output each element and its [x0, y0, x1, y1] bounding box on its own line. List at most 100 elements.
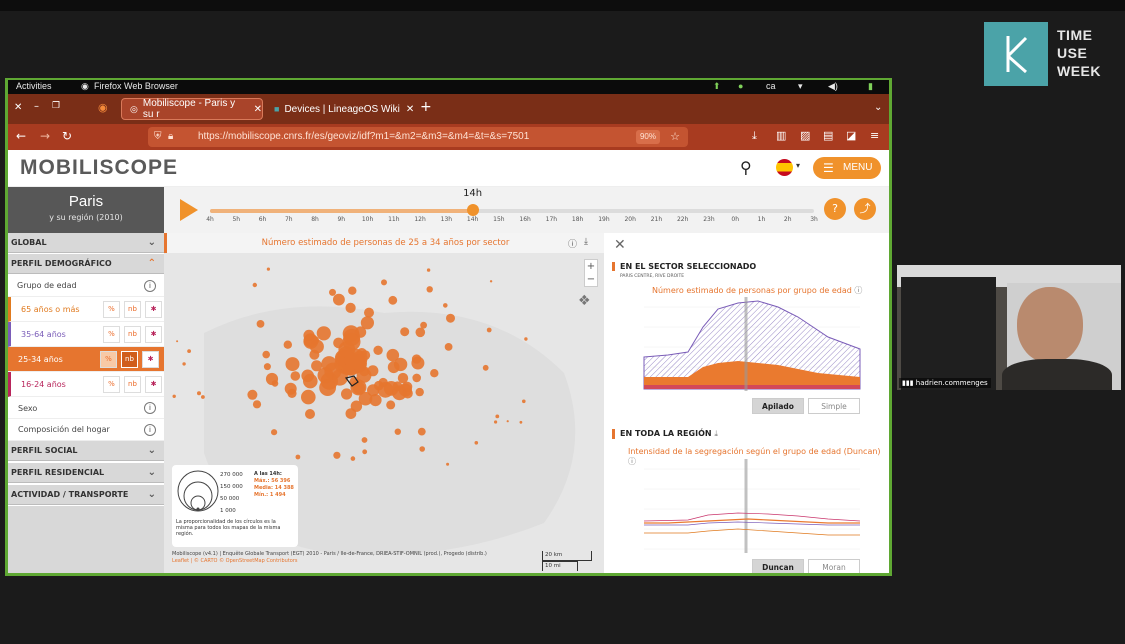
sector-bubble[interactable]	[393, 357, 408, 372]
timeline-tick[interactable]: 8h	[311, 216, 319, 223]
apilado-button[interactable]: Apilado	[752, 398, 804, 414]
hogar-row[interactable]: Composición del hogar i	[8, 419, 164, 441]
pct-button[interactable]: %	[103, 301, 120, 318]
extension-icon[interactable]: ▨	[800, 129, 810, 142]
close-icon[interactable]: ✕	[614, 237, 626, 253]
tab-mobiliscope[interactable]: ◎ Mobiliscope - Paris y su r ✕	[121, 98, 263, 120]
timeline-tick[interactable]: 6h	[259, 216, 267, 223]
sector-bubble[interactable]	[381, 279, 387, 286]
timeline-tick[interactable]: 9h	[337, 216, 345, 223]
section-perfil-residencial[interactable]: PERFIL RESIDENCIAL ⌄	[8, 463, 164, 483]
sector-bubble[interactable]	[411, 356, 425, 370]
timeline-tick[interactable]: 15h	[493, 216, 504, 223]
sector-bubble[interactable]	[482, 364, 489, 371]
sector-bubble[interactable]	[400, 327, 410, 337]
nb-button[interactable]: nb	[124, 326, 141, 343]
timeline-tick[interactable]: 14h	[467, 216, 478, 223]
new-tab-button[interactable]: +	[420, 99, 432, 115]
section-perfil-demografico[interactable]: PERFIL DEMOGRÁFICO ⌃	[8, 254, 164, 274]
sector-bubble[interactable]	[412, 373, 421, 383]
sector-bubble[interactable]	[309, 339, 324, 354]
zoom-control[interactable]: + −	[584, 259, 598, 287]
sector-bubble[interactable]	[341, 388, 353, 400]
sector-bubble[interactable]	[303, 373, 318, 389]
bookmark-star-icon[interactable]: ☆	[670, 127, 680, 147]
sector-bubble[interactable]	[252, 400, 262, 409]
sector-stacked-chart[interactable]	[628, 297, 868, 397]
language-chevron-icon[interactable]: ▾	[796, 161, 800, 170]
info-icon[interactable]: i	[144, 424, 156, 436]
sector-bubble[interactable]	[201, 395, 205, 399]
sector-bubble[interactable]	[176, 340, 179, 343]
segregation-button[interactable]: ✱	[145, 376, 162, 393]
sector-bubble[interactable]	[373, 345, 383, 355]
sector-bubble[interactable]	[316, 326, 331, 341]
sector-bubble[interactable]	[345, 302, 356, 313]
download-icon[interactable]: ⤓	[752, 129, 757, 143]
timeline-tick[interactable]: 10h	[362, 216, 373, 223]
duncan-button[interactable]: Duncan	[752, 559, 804, 573]
minimize-icon[interactable]: –	[34, 101, 39, 112]
sector-bubble[interactable]	[374, 380, 384, 391]
age-35-64-row[interactable]: 35-64 años % nb ✱	[8, 322, 164, 347]
sector-bubble[interactable]	[394, 428, 401, 435]
sector-bubble[interactable]	[333, 293, 345, 306]
timeline-tick[interactable]: 19h	[598, 216, 609, 223]
forward-icon[interactable]: →	[40, 129, 50, 143]
sexo-row[interactable]: Sexo i	[8, 398, 164, 419]
sector-bubble[interactable]	[426, 286, 433, 293]
addon-icon[interactable]: ◪	[846, 129, 856, 142]
share-button[interactable]: ⤴	[854, 198, 876, 220]
segregation-button[interactable]: ✱	[145, 326, 162, 343]
region-duncan-chart[interactable]	[628, 459, 868, 559]
grupo-edad-row[interactable]: Grupo de edad i	[8, 275, 164, 297]
timeline-tick[interactable]: 5h	[232, 216, 240, 223]
sector-bubble[interactable]	[486, 327, 492, 333]
sector-bubble[interactable]	[367, 365, 379, 377]
segregation-button[interactable]: ✱	[142, 351, 159, 368]
info-icon[interactable]: ⓘ	[854, 286, 862, 295]
back-icon[interactable]: ←	[16, 129, 26, 143]
section-perfil-social[interactable]: PERFIL SOCIAL ⌄	[8, 441, 164, 461]
sector-bubble[interactable]	[426, 268, 431, 272]
sector-bubble[interactable]	[444, 343, 453, 351]
timeline-tick[interactable]: 16h	[519, 216, 530, 223]
download-icon[interactable]: ⤓	[584, 237, 588, 247]
sector-bubble[interactable]	[197, 391, 201, 396]
mobiliscope-logo[interactable]: MOBILISCOPE	[20, 156, 178, 180]
sector-bubble[interactable]	[446, 462, 450, 466]
zoom-level[interactable]: 90%	[635, 130, 660, 144]
sector-bubble[interactable]	[345, 408, 357, 419]
time-slider-knob[interactable]	[466, 204, 479, 216]
sector-bubble[interactable]	[301, 389, 316, 405]
sector-bubble[interactable]	[364, 307, 374, 318]
reload-icon[interactable]: ↻	[62, 129, 72, 143]
play-icon[interactable]	[180, 199, 198, 221]
timeline-tick[interactable]: 11h	[388, 216, 399, 223]
download-icon[interactable]: ⤓	[714, 429, 718, 438]
sector-bubble[interactable]	[295, 454, 301, 460]
tab-devices[interactable]: ■ Devices | LineageOS Wiki ✕	[266, 98, 416, 120]
sector-bubble[interactable]	[344, 348, 365, 370]
sector-bubble[interactable]	[266, 267, 270, 271]
menu-button[interactable]: ☰ MENU	[813, 157, 881, 179]
sector-bubble[interactable]	[187, 349, 191, 353]
sector-bubble[interactable]	[333, 451, 341, 459]
sector-bubble[interactable]	[324, 362, 342, 380]
sector-bubble[interactable]	[172, 394, 176, 398]
activities-button[interactable]: Activities	[16, 81, 52, 91]
sector-bubble[interactable]	[489, 280, 493, 283]
nb-button[interactable]: nb	[124, 376, 141, 393]
tab-close-icon[interactable]: ✕	[406, 104, 414, 115]
sector-bubble[interactable]	[256, 320, 265, 328]
url-input[interactable]: ⛨ 🔒︎ https://mobiliscope.cnrs.fr/es/geov…	[148, 127, 688, 147]
section-actividad[interactable]: ACTIVIDAD / TRANSPORTE ⌄	[8, 485, 164, 505]
timeline-tick[interactable]: 20h	[624, 216, 635, 223]
info-icon[interactable]: i	[144, 402, 156, 414]
sector-bubble[interactable]	[305, 409, 315, 419]
sector-bubble[interactable]	[446, 313, 455, 323]
timeline-tick[interactable]: 0h	[731, 216, 739, 223]
firefox-view-icon[interactable]: ◉	[98, 101, 108, 114]
info-icon[interactable]: i	[144, 280, 156, 292]
timeline-tick[interactable]: 1h	[758, 216, 766, 223]
